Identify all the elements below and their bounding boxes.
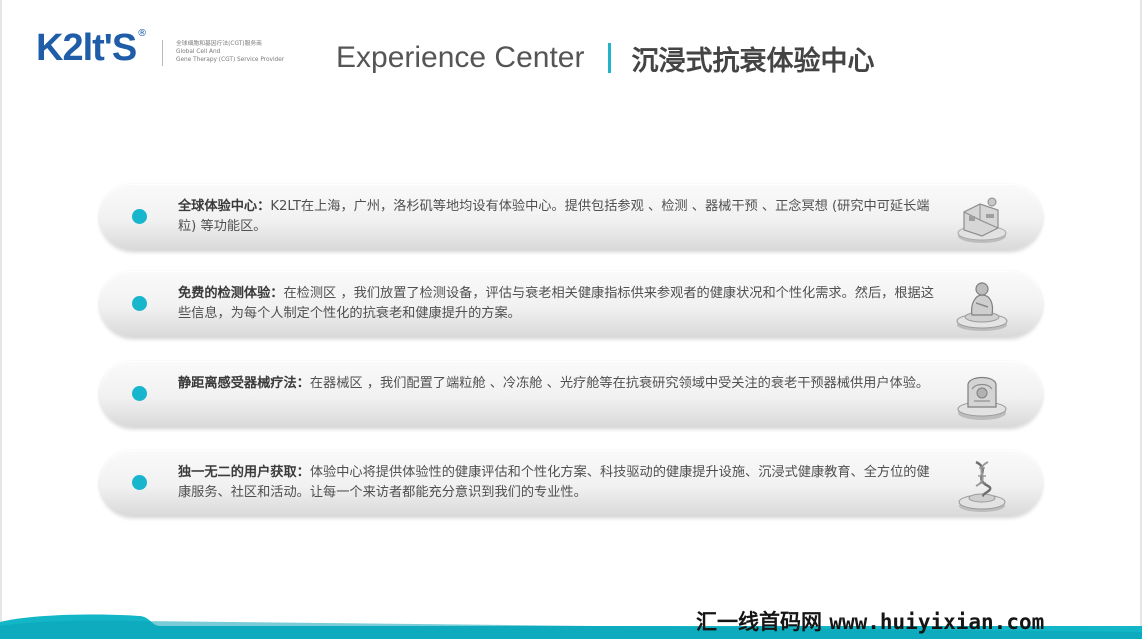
lab-building-icon	[957, 197, 1007, 243]
logo-tagline: 全球细胞和基因疗法(CGT)服务商 Global Cell And Gene T…	[176, 40, 306, 64]
page-title: Experience Center 沉浸式抗衰体验中心	[336, 36, 874, 80]
feature-title: 静距离感受器械疗法：	[178, 376, 310, 391]
page-title-en: Experience Center	[336, 41, 585, 74]
feature-text: 静距离感受器械疗法：在器械区 ，我们配置了端粒舱 、冷冻舱 、光疗舱等在抗衰研究…	[178, 374, 938, 394]
feature-card-global-center: 全球体验中心：K2LT在上海，广州，洛杉矶等地均设有体验中心。提供包括参观 、检…	[100, 184, 1042, 250]
feature-body: K2LT在上海，广州，洛杉矶等地均设有体验中心。提供包括参观 、检测 、器械干预…	[178, 199, 930, 234]
page-title-cn: 沉浸式抗衰体验中心	[631, 45, 875, 77]
logo-tagline-cn: 全球细胞和基因疗法(CGT)服务商	[176, 41, 262, 47]
site-watermark: 汇一线首码网 www.huiyixian.com	[696, 606, 1044, 636]
slide-border-left	[0, 0, 2, 639]
test-device-icon	[956, 282, 1008, 331]
watermark-url: www.huiyixian.com	[829, 610, 1045, 634]
bullet-dot	[132, 296, 147, 311]
feature-text: 独一无二的用户获取：体验中心将提供体验性的健康评估和个性化方案、科技驱动的健康提…	[178, 463, 938, 503]
logo-tagline-en-2: Gene Therapy (CGT) Service Provider	[176, 57, 285, 63]
feature-text: 全球体验中心：K2LT在上海，广州，洛杉矶等地均设有体验中心。提供包括参观 、检…	[178, 197, 938, 237]
logo-wordmark: K2lt'S	[36, 27, 137, 69]
title-separator	[608, 43, 612, 73]
logo-tagline-en-1: Global Cell And	[176, 49, 221, 55]
feature-title: 免费的检测体验：	[178, 286, 284, 301]
feature-title: 独一无二的用户获取：	[178, 465, 310, 480]
feature-card-user-acquisition: 独一无二的用户获取：体验中心将提供体验性的健康评估和个性化方案、科技驱动的健康提…	[100, 450, 1042, 516]
bullet-dot	[132, 209, 147, 224]
feature-card-device-therapy: 静距离感受器械疗法：在器械区 ，我们配置了端粒舱 、冷冻舱 、光疗舱等在抗衰研究…	[100, 361, 1042, 427]
logo-registered-mark: ®	[137, 28, 148, 39]
bullet-dot	[132, 386, 147, 401]
feature-card-free-testing: 免费的检测体验：在检测区 ，我们放置了检测设备，评估与衰老相关健康指标供来参观者…	[100, 271, 1042, 337]
logo-divider	[162, 40, 163, 66]
watermark-cn: 汇一线首码网	[696, 610, 822, 634]
bullet-dot	[132, 475, 147, 490]
feature-text: 免费的检测体验：在检测区 ，我们放置了检测设备，评估与衰老相关健康指标供来参观者…	[178, 284, 938, 324]
feature-body: 在检测区 ，我们放置了检测设备，评估与衰老相关健康指标供来参观者的健康状况和个性…	[178, 286, 934, 321]
feature-title: 全球体验中心：	[178, 199, 271, 214]
feature-body: 在器械区 ，我们配置了端粒舱 、冷冻舱 、光疗舱等在抗衰研究领域中受关注的衰老干…	[309, 376, 930, 391]
brand-logo: K2lt'S ® 全球细胞和基因疗法(CGT)服务商 Global Cell A…	[36, 24, 284, 72]
dna-pedestal-icon	[958, 460, 1006, 512]
therapy-pod-icon	[957, 376, 1007, 420]
